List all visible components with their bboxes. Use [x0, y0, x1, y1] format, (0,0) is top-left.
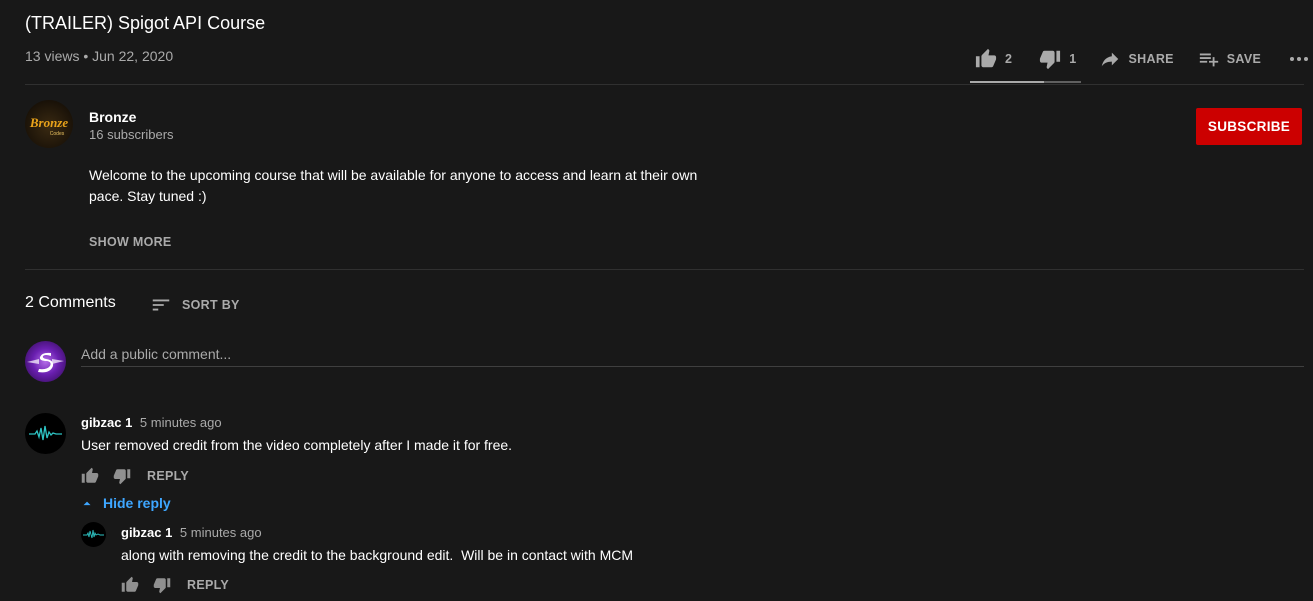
- description-line-1: Welcome to the upcoming course that will…: [89, 167, 698, 183]
- channel-subscribers: 16 subscribers: [89, 127, 174, 142]
- thumb-up-icon: [121, 576, 139, 592]
- thumb-down-icon: [113, 469, 131, 485]
- subscribe-button[interactable]: SUBSCRIBE: [1196, 108, 1302, 145]
- sort-by-label: SORT BY: [182, 298, 240, 312]
- comment-like-button[interactable]: [81, 467, 99, 485]
- thumb-up-icon: [975, 48, 997, 68]
- waveform-avatar-logo: [29, 425, 62, 441]
- svg-text:Codes: Codes: [50, 131, 65, 137]
- save-label: SAVE: [1226, 52, 1262, 66]
- dislike-count: 1: [1069, 52, 1077, 66]
- comment-reply-button[interactable]: REPLY: [147, 469, 189, 483]
- show-more-button[interactable]: SHOW MORE: [89, 235, 172, 249]
- divider-middle: [25, 269, 1304, 270]
- dislike-button[interactable]: 1: [1039, 48, 1076, 70]
- comment-time[interactable]: 5 minutes ago: [140, 415, 222, 430]
- thumb-down-icon: [153, 578, 171, 594]
- reply-author[interactable]: gibzac 1: [121, 525, 172, 540]
- save-playlist-icon: [1199, 53, 1218, 67]
- sort-icon: [152, 299, 170, 311]
- reply-text: along with removing the credit to the ba…: [121, 547, 634, 563]
- video-title: (TRAILER) Spigot API Course: [25, 13, 266, 33]
- video-meta: 13 views • Jun 22, 2020: [25, 48, 174, 64]
- reply-toolbar: REPLY: [121, 576, 229, 594]
- user-avatar[interactable]: [25, 341, 66, 382]
- divider-top: [25, 84, 1304, 85]
- share-button[interactable]: SHARE: [1099, 48, 1174, 70]
- comment-dislike-button[interactable]: [113, 467, 131, 485]
- more-icon: [1290, 57, 1309, 61]
- add-comment-input[interactable]: [81, 342, 1304, 367]
- chevron-up-icon: [83, 501, 91, 506]
- comment-author-avatar[interactable]: [25, 413, 66, 454]
- hide-reply-button[interactable]: Hide reply: [81, 495, 171, 511]
- thumb-up-icon: [81, 467, 99, 483]
- comment-author[interactable]: gibzac 1: [81, 415, 132, 430]
- share-label: SHARE: [1128, 52, 1174, 66]
- video-actions: 2 1 SHARE SAVE: [975, 47, 1311, 71]
- comment-text: User removed credit from the video compl…: [81, 437, 513, 453]
- reply-reply-button[interactable]: REPLY: [187, 578, 229, 592]
- thumb-down-icon: [1040, 50, 1061, 70]
- video-description: Welcome to the upcoming course that will…: [89, 165, 729, 207]
- description-line-2: pace. Stay tuned :): [89, 188, 207, 204]
- comments-count: 2 Comments: [25, 294, 116, 311]
- reply-author-avatar[interactable]: [81, 522, 106, 547]
- sentiment-bar: [970, 81, 1081, 83]
- reply-header: gibzac 1 5 minutes ago: [121, 525, 262, 540]
- like-count: 2: [1005, 52, 1013, 66]
- sentiment-bar-like: [970, 81, 1045, 83]
- like-button[interactable]: 2: [975, 48, 1012, 70]
- reply-time[interactable]: 5 minutes ago: [180, 525, 262, 540]
- svg-text:Bronze: Bronze: [29, 115, 69, 130]
- waveform-avatar-logo: [83, 529, 104, 539]
- share-icon: [1101, 52, 1118, 67]
- channel-name[interactable]: Bronze: [89, 109, 136, 125]
- comment-header: gibzac 1 5 minutes ago: [81, 415, 222, 430]
- reply-like-button[interactable]: [121, 576, 139, 594]
- sort-by-button[interactable]: SORT BY: [150, 294, 240, 316]
- channel-avatar[interactable]: Bronze Codes: [25, 100, 73, 148]
- hide-reply-label: Hide reply: [103, 495, 171, 511]
- reply-dislike-button[interactable]: [153, 576, 171, 594]
- user-avatar-logo: [27, 352, 64, 373]
- channel-logo: Bronze Codes: [29, 115, 69, 137]
- more-actions-button[interactable]: [1287, 47, 1311, 71]
- save-button[interactable]: SAVE: [1198, 48, 1261, 70]
- comment-toolbar: REPLY: [81, 467, 189, 485]
